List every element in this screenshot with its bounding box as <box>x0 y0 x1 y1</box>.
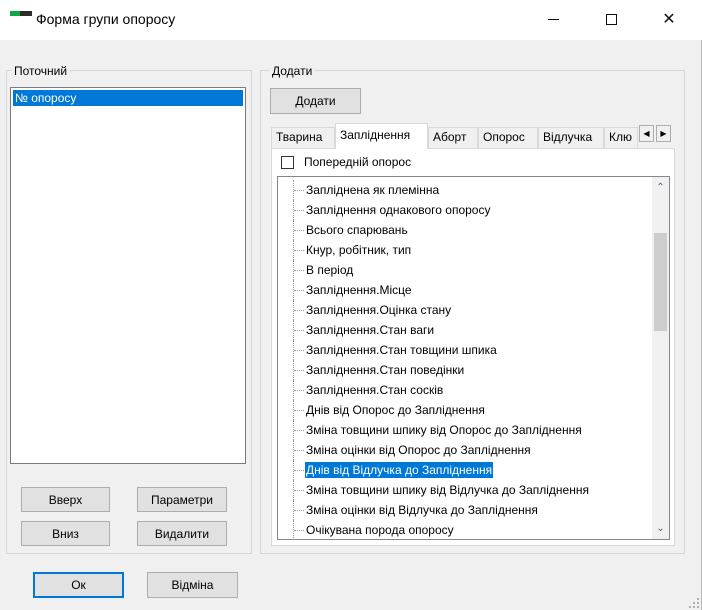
tree-item[interactable]: Запліднення однакового опоросу <box>278 200 648 220</box>
tab-scroll-right-button[interactable]: ▶ <box>656 125 671 142</box>
close-icon: ✕ <box>662 11 676 28</box>
current-group-label: Поточний <box>12 64 70 78</box>
tree-item[interactable]: Запліднення.Стан поведінки <box>278 360 648 380</box>
tree-item[interactable]: Днів від Опорос до Запліднення <box>278 400 648 420</box>
scroll-up-button[interactable]: ⌃ <box>652 179 669 196</box>
tree-item-selected[interactable]: Днів від Відлучка до Запліднення <box>278 460 648 480</box>
category-tabs: Тварина Запліднення Аборт Опорос Відлучк… <box>271 123 675 149</box>
tab-insemination[interactable]: Запліднення <box>335 123 428 149</box>
fields-tree[interactable]: Запліднена як племінна Запліднення однак… <box>277 176 670 540</box>
tree-item[interactable]: Запліднення.Місце <box>278 280 648 300</box>
tab-weaning[interactable]: Відлучка <box>538 127 604 148</box>
resize-grip-icon[interactable] <box>689 598 699 608</box>
add-group-label: Додати <box>270 64 315 78</box>
close-button[interactable]: ✕ <box>646 0 692 38</box>
tree-item[interactable]: Кнур, робітник, тип <box>278 240 648 260</box>
tree-item[interactable]: Зміна оцінки від Відлучка до Запліднення <box>278 500 648 520</box>
triangle-left-icon: ◀ <box>643 129 650 138</box>
parameters-button[interactable]: Параметри <box>137 487 227 512</box>
minimize-button[interactable] <box>530 0 576 38</box>
tab-scroll-left-button[interactable]: ◀ <box>639 125 654 142</box>
dialog-window: Форма групи опоросу ✕ Поточний № опоросу… <box>0 0 702 610</box>
tree-item[interactable]: Запліднення.Стан ваги <box>278 320 648 340</box>
tree-item[interactable]: Всього спарювань <box>278 220 648 240</box>
tree-item[interactable]: Запліднена як племінна <box>278 180 648 200</box>
maximize-icon <box>605 13 617 25</box>
triangle-right-icon: ▶ <box>660 129 667 138</box>
maximize-button[interactable] <box>588 0 634 38</box>
scroll-down-button[interactable]: ⌄ <box>652 520 669 537</box>
tree-item[interactable]: Запліднення.Оцінка стану <box>278 300 648 320</box>
up-button[interactable]: Вверх <box>21 487 110 512</box>
previous-farrowing-label[interactable]: Попередній опорос <box>304 155 411 169</box>
tree-scrollbar[interactable]: ⌃ ⌄ <box>652 177 669 539</box>
tab-key[interactable]: Клю <box>604 127 638 148</box>
current-fields-list[interactable]: № опоросу <box>10 87 246 464</box>
app-icon <box>10 11 32 21</box>
title-bar: Форма групи опоросу ✕ <box>0 0 702 40</box>
tab-farrowing[interactable]: Опорос <box>478 127 538 148</box>
tree-item[interactable]: Зміна товщини шпику від Відлучка до Запл… <box>278 480 648 500</box>
down-button[interactable]: Вниз <box>21 521 110 546</box>
chevron-down-icon: ⌄ <box>656 523 665 534</box>
ok-button[interactable]: Ок <box>33 572 124 598</box>
list-item[interactable]: № опоросу <box>13 90 243 106</box>
tree-item[interactable]: Очікувана порода опоросу <box>278 520 648 539</box>
tree-item[interactable]: Запліднення.Стан товщини шпика <box>278 340 648 360</box>
add-button[interactable]: Додати <box>270 88 361 114</box>
tree-item[interactable]: Зміна товщини шпику від Опорос до Заплід… <box>278 420 648 440</box>
tab-abortion[interactable]: Аборт <box>428 127 478 148</box>
previous-farrowing-checkbox[interactable] <box>281 156 294 169</box>
chevron-up-icon: ⌃ <box>656 182 665 193</box>
tree-item[interactable]: В період <box>278 260 648 280</box>
scrollbar-thumb[interactable] <box>654 233 667 331</box>
cancel-button[interactable]: Відміна <box>147 572 238 598</box>
window-title: Форма групи опоросу <box>36 11 176 27</box>
minimize-icon <box>547 18 559 20</box>
tree-item[interactable]: Зміна оцінки від Опорос до Запліднення <box>278 440 648 460</box>
tree-item[interactable]: Запліднення.Стан сосків <box>278 380 648 400</box>
tab-animal[interactable]: Тварина <box>271 127 335 148</box>
delete-button[interactable]: Видалити <box>137 521 227 546</box>
